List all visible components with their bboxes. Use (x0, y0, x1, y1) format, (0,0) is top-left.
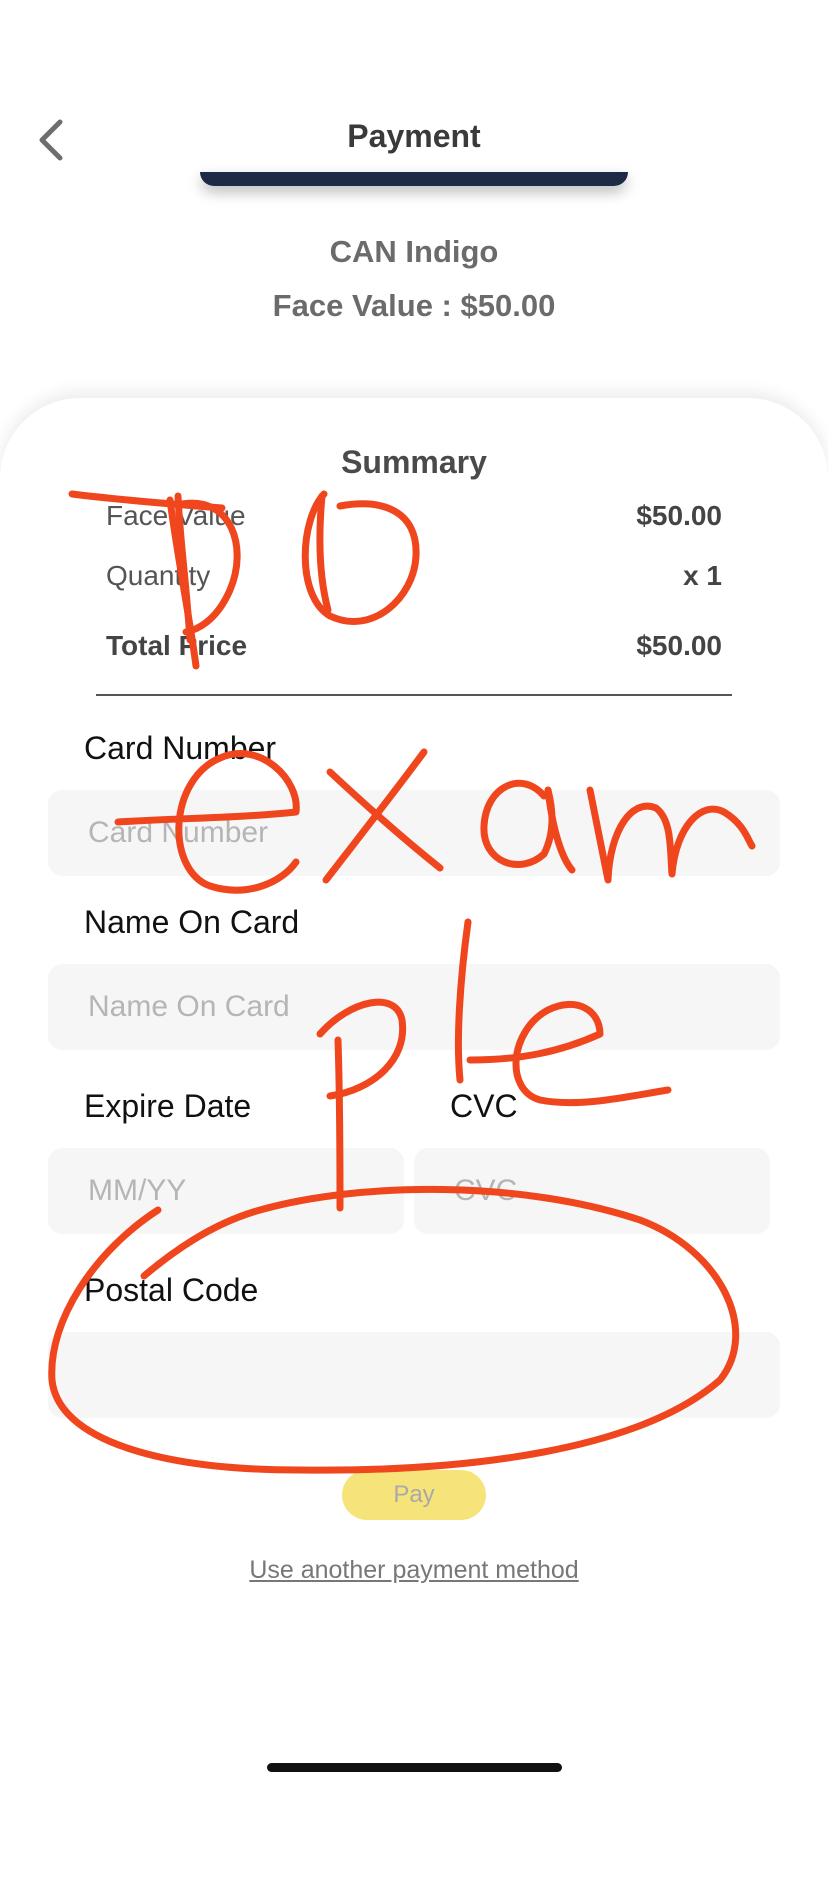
card-number-label: Card Number (84, 730, 277, 766)
summary-divider (96, 694, 732, 696)
pay-button[interactable]: Pay (342, 1470, 486, 1520)
postal-code-input[interactable] (48, 1332, 780, 1418)
gift-card-image (200, 172, 628, 186)
quantity-label: Quantity (106, 560, 211, 591)
use-another-payment-link[interactable]: Use another payment method (0, 1556, 828, 1585)
total-price-label: Total Price (106, 630, 248, 661)
cvc-label: CVC (450, 1088, 518, 1124)
expire-date-input[interactable] (48, 1148, 404, 1234)
face-value-amount: $50.00 (636, 500, 722, 531)
name-on-card-label: Name On Card (84, 904, 300, 940)
postal-code-label: Postal Code (84, 1272, 259, 1308)
home-indicator (267, 1763, 562, 1772)
product-face-value: Face Value : $50.00 (272, 288, 556, 323)
quantity-value: x 1 (683, 560, 722, 591)
summary-title: Summary (341, 444, 487, 480)
product-name: CAN Indigo (329, 234, 499, 269)
face-value-label: Face Value (106, 500, 246, 531)
expire-date-label: Expire Date (84, 1088, 252, 1124)
page-title: Payment (347, 118, 481, 154)
name-on-card-input[interactable] (48, 964, 780, 1050)
total-price-amount: $50.00 (636, 630, 722, 661)
card-number-input[interactable] (48, 790, 780, 876)
cvc-input[interactable] (414, 1148, 770, 1234)
